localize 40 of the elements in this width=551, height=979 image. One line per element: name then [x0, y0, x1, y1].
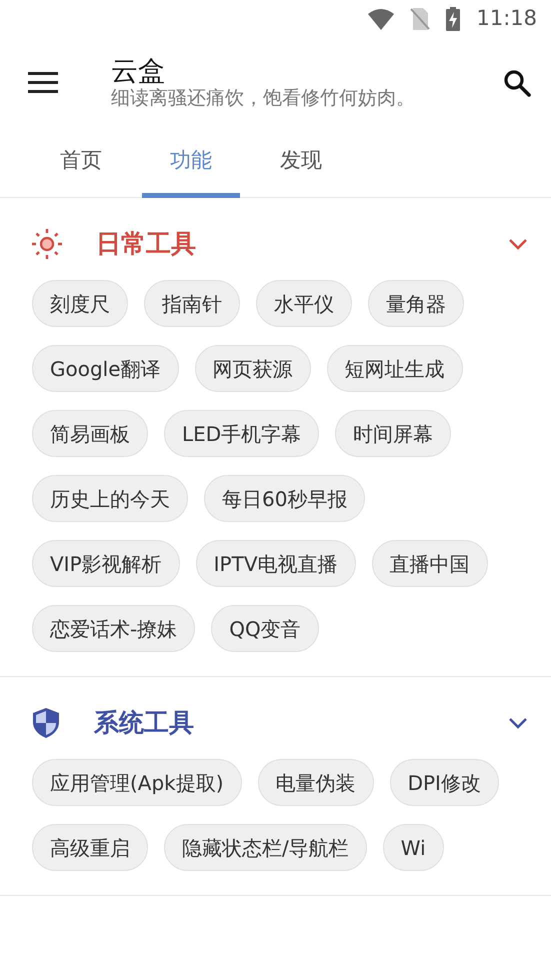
clock-time: 11:18: [476, 5, 537, 32]
tool-chip[interactable]: Wi: [382, 824, 444, 871]
tool-chip[interactable]: 恋爱话术-撩妹: [32, 605, 196, 652]
tab[interactable]: 功能: [142, 128, 240, 198]
battery-charging-icon: [446, 7, 460, 31]
tool-chip[interactable]: 水平仪: [256, 280, 352, 327]
tool-chip[interactable]: IPTV电视直播: [196, 540, 356, 587]
tool-chip[interactable]: 高级重启: [32, 824, 148, 871]
app-subtitle: 细读离骚还痛饮，饱看修竹何妨肉。: [111, 87, 416, 110]
tool-chip[interactable]: Google翻译: [32, 345, 179, 392]
tool-chip[interactable]: DPI修改: [390, 759, 499, 806]
tool-chip[interactable]: 隐藏状态栏/导航栏: [164, 824, 367, 871]
wifi-icon: [368, 8, 394, 30]
tool-chip[interactable]: 量角器: [368, 280, 464, 327]
chevron-icon[interactable]: [509, 718, 527, 728]
tool-chip[interactable]: 时间屏幕: [335, 410, 452, 457]
section-title: 系统工具: [94, 707, 195, 740]
tool-chip[interactable]: QQ变音: [211, 605, 319, 652]
tool-chip[interactable]: 网页获源: [194, 345, 311, 392]
tool-chip[interactable]: 应用管理(Apk提取): [32, 759, 242, 806]
sun-icon: [32, 228, 62, 260]
menu-icon[interactable]: [28, 72, 58, 94]
chevron-icon[interactable]: [509, 238, 527, 250]
tool-chip[interactable]: 刻度尺: [32, 280, 128, 327]
tool-chip[interactable]: 历史上的今天: [32, 475, 188, 522]
tool-chip[interactable]: 直播中国: [372, 540, 488, 587]
no-sim-icon: [410, 7, 430, 31]
tab[interactable]: 发现: [252, 128, 350, 198]
tool-chip[interactable]: LED手机字幕: [164, 410, 320, 457]
tool-chip[interactable]: VIP影视解析: [32, 540, 180, 587]
tool-chip[interactable]: 短网址生成: [326, 345, 463, 392]
app-title: 云盒: [111, 56, 166, 88]
shield-icon: [32, 707, 60, 739]
tool-chip[interactable]: 指南针: [144, 280, 240, 327]
tool-chip[interactable]: 电量伪装: [258, 759, 374, 806]
tool-chip[interactable]: 每日60秒早报: [204, 475, 366, 522]
search-icon[interactable]: [503, 69, 531, 97]
tool-chip[interactable]: 简易画板: [32, 410, 148, 457]
tab[interactable]: 首页: [32, 128, 130, 198]
section-title: 日常工具: [96, 228, 197, 260]
